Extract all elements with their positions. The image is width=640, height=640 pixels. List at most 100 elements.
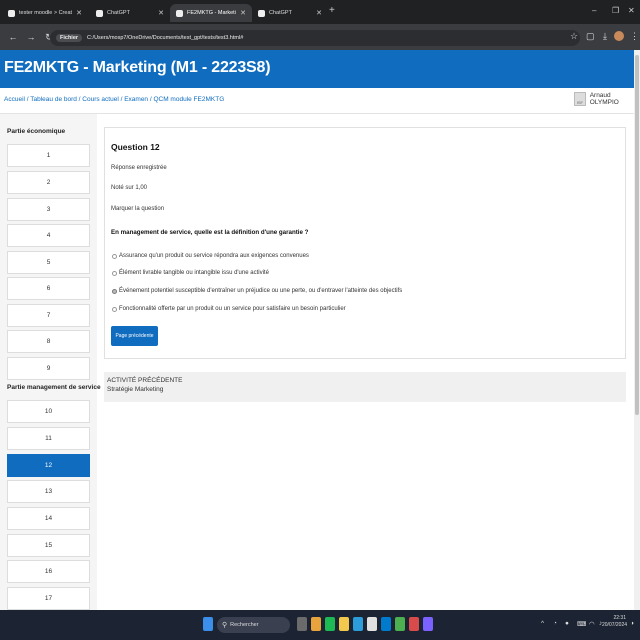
answer-label: Fonctionnalité offerte par un produit ou… [119,306,346,312]
question-status: Réponse enregistrée [111,165,167,171]
profile-avatar-icon[interactable] [614,31,624,41]
chatgpt-favicon-icon [258,9,265,17]
close-tab-icon[interactable]: ✕ [240,9,246,17]
question-nav-button[interactable]: 3 [7,198,90,221]
browser-menu-icon[interactable]: ⋮ [630,31,639,42]
flag-question-link[interactable]: Marquer la question [111,206,164,212]
windows-start-icon[interactable] [203,617,213,631]
tab-label: tester moodle > Create New Mo... [19,10,72,16]
close-tab-icon[interactable]: ✕ [316,9,322,17]
previous-activity-link[interactable]: Stratégie Marketing [107,386,163,393]
user-avatar: ISF [574,92,586,106]
app-icon[interactable] [409,617,419,631]
radio-button-selected[interactable] [112,288,117,294]
task-view-icon[interactable] [297,617,307,631]
scrollbar-thumb[interactable] [635,55,639,415]
spotify-icon[interactable] [325,617,335,631]
page-title: FE2MKTG - Marketing (M1 - 2223S8) [4,59,271,76]
section-title-economique: Partie économique [7,128,66,135]
close-window-icon[interactable]: ✕ [628,6,635,15]
clock-time: 22:31 [613,615,626,621]
question-nav-button[interactable]: 9 [7,357,90,380]
question-nav-button[interactable]: 1 [7,144,90,167]
question-nav-button[interactable]: 5 [7,251,90,274]
question-nav-button[interactable]: 7 [7,304,90,327]
chrome-icon[interactable] [339,617,349,631]
answer-label: Assurance qu'un produit ou service répon… [119,253,309,259]
taskbar-search[interactable]: ⚲ Rechercher [217,617,290,633]
answer-label: Élément livrable tangible ou intangible … [119,270,269,276]
question-nav-button[interactable]: 2 [7,171,90,194]
answer-option-1[interactable]: Assurance qu'un produit ou service répon… [112,253,309,259]
question-nav-button-current[interactable]: 12 [7,454,90,477]
answer-option-4[interactable]: Fonctionnalité offerte par un produit ou… [112,306,346,312]
breadcrumb[interactable]: Accueil / Tableau de bord / Cours actuel… [4,96,224,103]
question-nav-button[interactable]: 10 [7,400,90,423]
radio-button[interactable] [112,306,117,312]
question-nav-button[interactable]: 13 [7,480,90,503]
back-icon[interactable]: ← [8,32,18,42]
user-menu[interactable]: ISF Arnaud OLYMPIO [574,92,640,106]
url-text: C:/Users/mosp7/OneDrive/Documents/test_g… [87,35,244,41]
question-nav-button[interactable]: 6 [7,277,90,300]
file-scheme-label: Fichier [56,34,83,42]
taskbar-clock[interactable]: 22:31 20/07/2024 [602,615,628,629]
avatar-text: ISF [576,100,583,105]
answer-option-2[interactable]: Élément livrable tangible ou intangible … [112,270,269,276]
system-tray-icon[interactable]: ◔ [553,620,557,627]
question-nav-button[interactable]: 8 [7,330,90,353]
moodle-favicon-icon [176,9,183,17]
question-nav-button[interactable]: 11 [7,427,90,450]
answer-label: Événement potentiel susceptible d'entraî… [119,288,403,294]
tab-label: ChatGPT [269,10,292,16]
section-title-management: Partie management de service [7,384,101,391]
close-tab-icon[interactable]: ✕ [158,9,164,17]
chatgpt-favicon-icon [96,9,103,17]
question-nav-button[interactable]: 16 [7,560,90,583]
file-explorer-icon[interactable] [311,617,321,631]
chevron-up-icon[interactable]: ^ [541,620,544,627]
moodle-favicon-icon [8,9,15,17]
search-placeholder: Rechercher [230,622,259,628]
question-nav-button[interactable]: 4 [7,224,90,247]
browser-tab-3[interactable]: FE2MKTG - Marketing (M1 - 2... ✕ [170,4,252,22]
language-icon[interactable]: ⌨ [577,620,586,628]
app-icon[interactable] [395,617,405,631]
vscode-icon[interactable] [381,617,391,631]
edge-icon[interactable] [353,617,363,631]
browser-tab-2[interactable]: ChatGPT ✕ [90,4,170,22]
question-nav-button[interactable]: 17 [7,587,90,610]
previous-activity-label: ACTIVITÉ PRÉCÉDENTE [107,377,183,384]
user-name: Arnaud OLYMPIO [589,92,619,106]
notifications-icon[interactable]: ◑ [630,620,634,627]
bookmark-star-icon[interactable]: ☆ [570,31,578,42]
browser-tab-4[interactable]: ChatGPT ✕ [252,4,328,22]
answer-option-3[interactable]: Événement potentiel susceptible d'entraî… [112,288,402,294]
radio-button[interactable] [112,253,117,259]
minimize-icon[interactable]: – [592,6,596,15]
question-nav-button[interactable]: 14 [7,507,90,530]
question-number: Question 12 [111,142,160,152]
tab-label: ChatGPT [107,10,130,16]
question-nav-button[interactable]: 15 [7,534,90,557]
tab-label: FE2MKTG - Marketing (M1 - 2... [187,10,236,16]
app-icon[interactable] [367,617,377,631]
maximize-icon[interactable]: ❐ [612,6,619,15]
browser-tab-1[interactable]: tester moodle > Create New Mo... ✕ [2,4,88,22]
extensions-icon[interactable]: ▢ [586,31,595,42]
previous-page-button[interactable]: Page précédente [111,326,158,346]
question-text: En management de service, quelle est la … [111,229,309,236]
app-icon[interactable] [423,617,433,631]
close-tab-icon[interactable]: ✕ [76,9,82,17]
download-icon[interactable]: ⤓ [603,31,607,42]
radio-button[interactable] [112,270,117,276]
url-field[interactable]: Fichier C:/Users/mosp7/OneDrive/Document… [50,30,580,46]
question-card [104,127,626,359]
wifi-icon[interactable]: ◠ [589,620,595,628]
question-grade: Noté sur 1,00 [111,185,148,191]
microphone-icon[interactable]: ● [565,620,569,627]
new-tab-icon[interactable]: + [329,5,335,16]
clock-date: 20/07/2024 [602,622,628,628]
search-icon: ⚲ [222,622,228,629]
forward-icon[interactable]: → [26,32,36,42]
